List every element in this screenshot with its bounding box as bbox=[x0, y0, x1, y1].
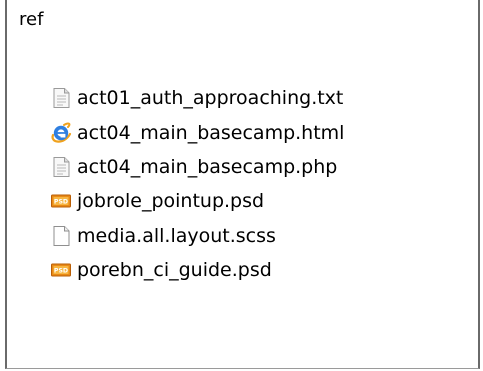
file-item[interactable]: PSD porebn_ci_guide.psd bbox=[49, 253, 344, 287]
file-name: act04_main_basecamp.php bbox=[77, 155, 338, 178]
file-item[interactable]: act04_main_basecamp.html bbox=[49, 115, 344, 149]
internet-explorer-file-icon bbox=[49, 121, 73, 145]
svg-text:PSD: PSD bbox=[54, 199, 68, 206]
file-name: porebn_ci_guide.psd bbox=[77, 259, 272, 282]
file-item[interactable]: PSD jobrole_pointup.psd bbox=[49, 184, 344, 218]
file-name: jobrole_pointup.psd bbox=[77, 190, 265, 213]
blank-file-icon bbox=[49, 224, 73, 248]
folder-name[interactable]: ref bbox=[19, 8, 43, 32]
file-item[interactable]: act01_auth_approaching.txt bbox=[49, 81, 344, 115]
photoshop-psd-file-icon: PSD bbox=[49, 258, 73, 282]
file-item[interactable]: act04_main_basecamp.php bbox=[49, 150, 344, 184]
file-name: media.all.layout.scss bbox=[77, 224, 276, 247]
svg-text:PSD: PSD bbox=[54, 268, 68, 275]
file-name: act01_auth_approaching.txt bbox=[77, 87, 344, 110]
file-tree-panel: ref act01_auth_approaching.txt act04_mai… bbox=[5, 0, 480, 369]
file-item[interactable]: media.all.layout.scss bbox=[49, 219, 344, 253]
text-file-icon bbox=[49, 155, 73, 179]
file-list: act01_auth_approaching.txt act04_main_ba… bbox=[49, 81, 344, 287]
file-name: act04_main_basecamp.html bbox=[77, 121, 345, 144]
photoshop-psd-file-icon: PSD bbox=[49, 189, 73, 213]
text-file-icon bbox=[49, 86, 73, 110]
